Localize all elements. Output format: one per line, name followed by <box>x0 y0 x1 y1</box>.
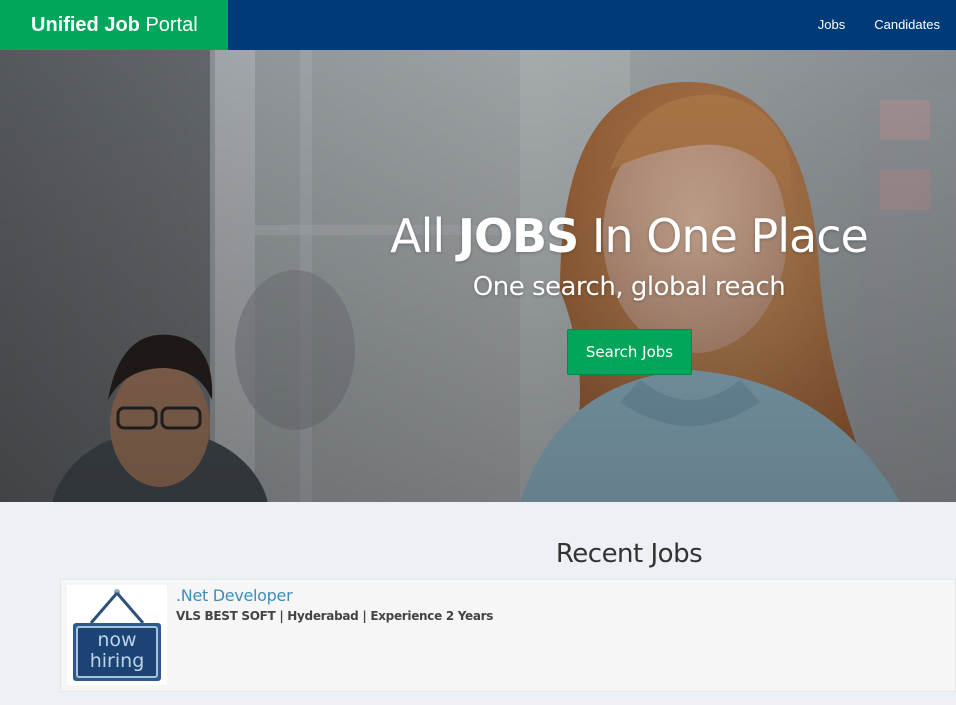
now-hiring-sign-icon: now hiring <box>73 589 161 681</box>
hero-title-bold: JOBS <box>457 209 579 263</box>
nav-link-candidates[interactable]: Candidates <box>874 0 940 50</box>
brand-logo[interactable]: Unified Job Portal <box>0 0 228 50</box>
brand-name-bold: Unified Job <box>31 14 140 36</box>
hero-title: All JOBS In One Place <box>302 206 956 266</box>
recent-jobs-heading: Recent Jobs <box>555 539 703 569</box>
job-company: VLS BEST SOFT <box>176 609 276 623</box>
nav-link-jobs[interactable]: Jobs <box>818 0 845 50</box>
logo-text-hiring: hiring <box>90 650 145 672</box>
logo-text-now: now <box>97 629 136 651</box>
now-hiring-logo: now hiring <box>67 585 167 685</box>
job-location: Hyderabad <box>287 609 359 623</box>
hero-title-pre: All <box>390 209 458 263</box>
hero-banner: All JOBS In One Place One search, global… <box>0 50 956 502</box>
job-meta: VLS BEST SOFT | Hyderabad | Experience 2… <box>176 609 494 623</box>
hero-subtitle: One search, global reach <box>472 272 786 302</box>
hero-text: All JOBS In One Place One search, global… <box>302 206 956 306</box>
job-title-link[interactable]: .Net Developer <box>176 586 293 606</box>
search-jobs-button[interactable]: Search Jobs <box>567 329 692 375</box>
brand-name-rest: Portal <box>139 14 198 36</box>
nav-links: Jobs Candidates <box>789 0 940 50</box>
top-navbar: Unified Job Portal Jobs Candidates <box>0 0 956 50</box>
job-list-item[interactable]: now hiring .Net Developer VLS BEST SOFT … <box>60 579 956 692</box>
job-experience: Experience 2 Years <box>370 609 494 623</box>
hero-title-post: In One Place <box>578 209 869 263</box>
